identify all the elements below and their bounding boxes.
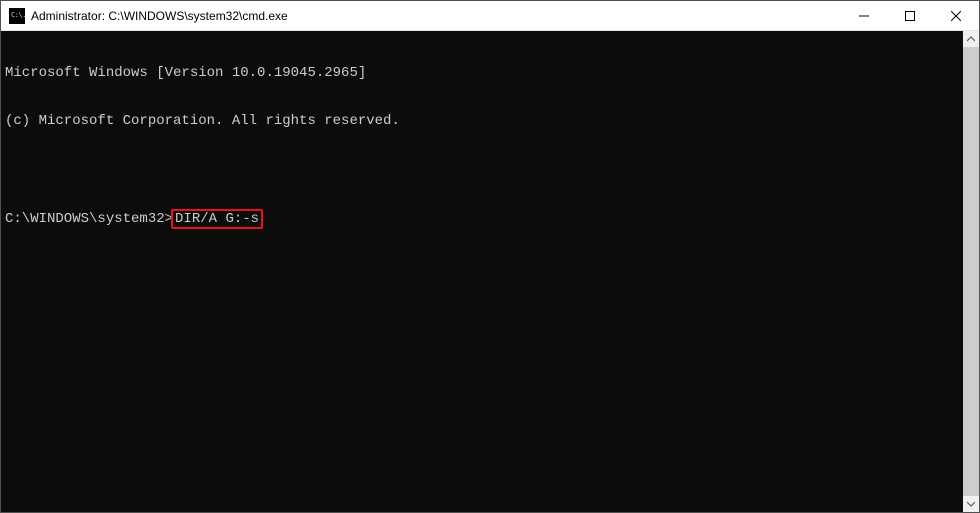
- window-title: Administrator: C:\WINDOWS\system32\cmd.e…: [31, 9, 841, 23]
- terminal[interactable]: Microsoft Windows [Version 10.0.19045.29…: [1, 31, 963, 512]
- scroll-up-button[interactable]: [963, 31, 979, 47]
- scrollbar-thumb[interactable]: [963, 47, 979, 496]
- chevron-down-icon: [967, 500, 975, 508]
- close-icon: [951, 11, 961, 21]
- maximize-icon: [905, 11, 915, 21]
- terminal-prompt-line: C:\WINDOWS\system32>DIR/A G:-s: [5, 209, 959, 229]
- vertical-scrollbar[interactable]: [963, 31, 979, 512]
- terminal-output-line: (c) Microsoft Corporation. All rights re…: [5, 113, 959, 129]
- cmd-icon-text: C:\.: [11, 12, 26, 19]
- command-highlight: DIR/A G:-s: [171, 209, 263, 229]
- maximize-button[interactable]: [887, 1, 933, 30]
- close-button[interactable]: [933, 1, 979, 30]
- cmd-window: C:\. Administrator: C:\WINDOWS\system32\…: [0, 0, 980, 513]
- minimize-icon: [859, 11, 869, 21]
- terminal-blank-line: [5, 161, 959, 177]
- cmd-icon: C:\.: [9, 8, 25, 24]
- terminal-area: Microsoft Windows [Version 10.0.19045.29…: [1, 31, 979, 512]
- typed-command: DIR/A G:-s: [175, 211, 259, 227]
- minimize-button[interactable]: [841, 1, 887, 30]
- scroll-down-button[interactable]: [963, 496, 979, 512]
- terminal-output-line: Microsoft Windows [Version 10.0.19045.29…: [5, 65, 959, 81]
- prompt-path: C:\WINDOWS\system32>: [5, 211, 173, 227]
- chevron-up-icon: [967, 35, 975, 43]
- titlebar[interactable]: C:\. Administrator: C:\WINDOWS\system32\…: [1, 1, 979, 31]
- window-controls: [841, 1, 979, 30]
